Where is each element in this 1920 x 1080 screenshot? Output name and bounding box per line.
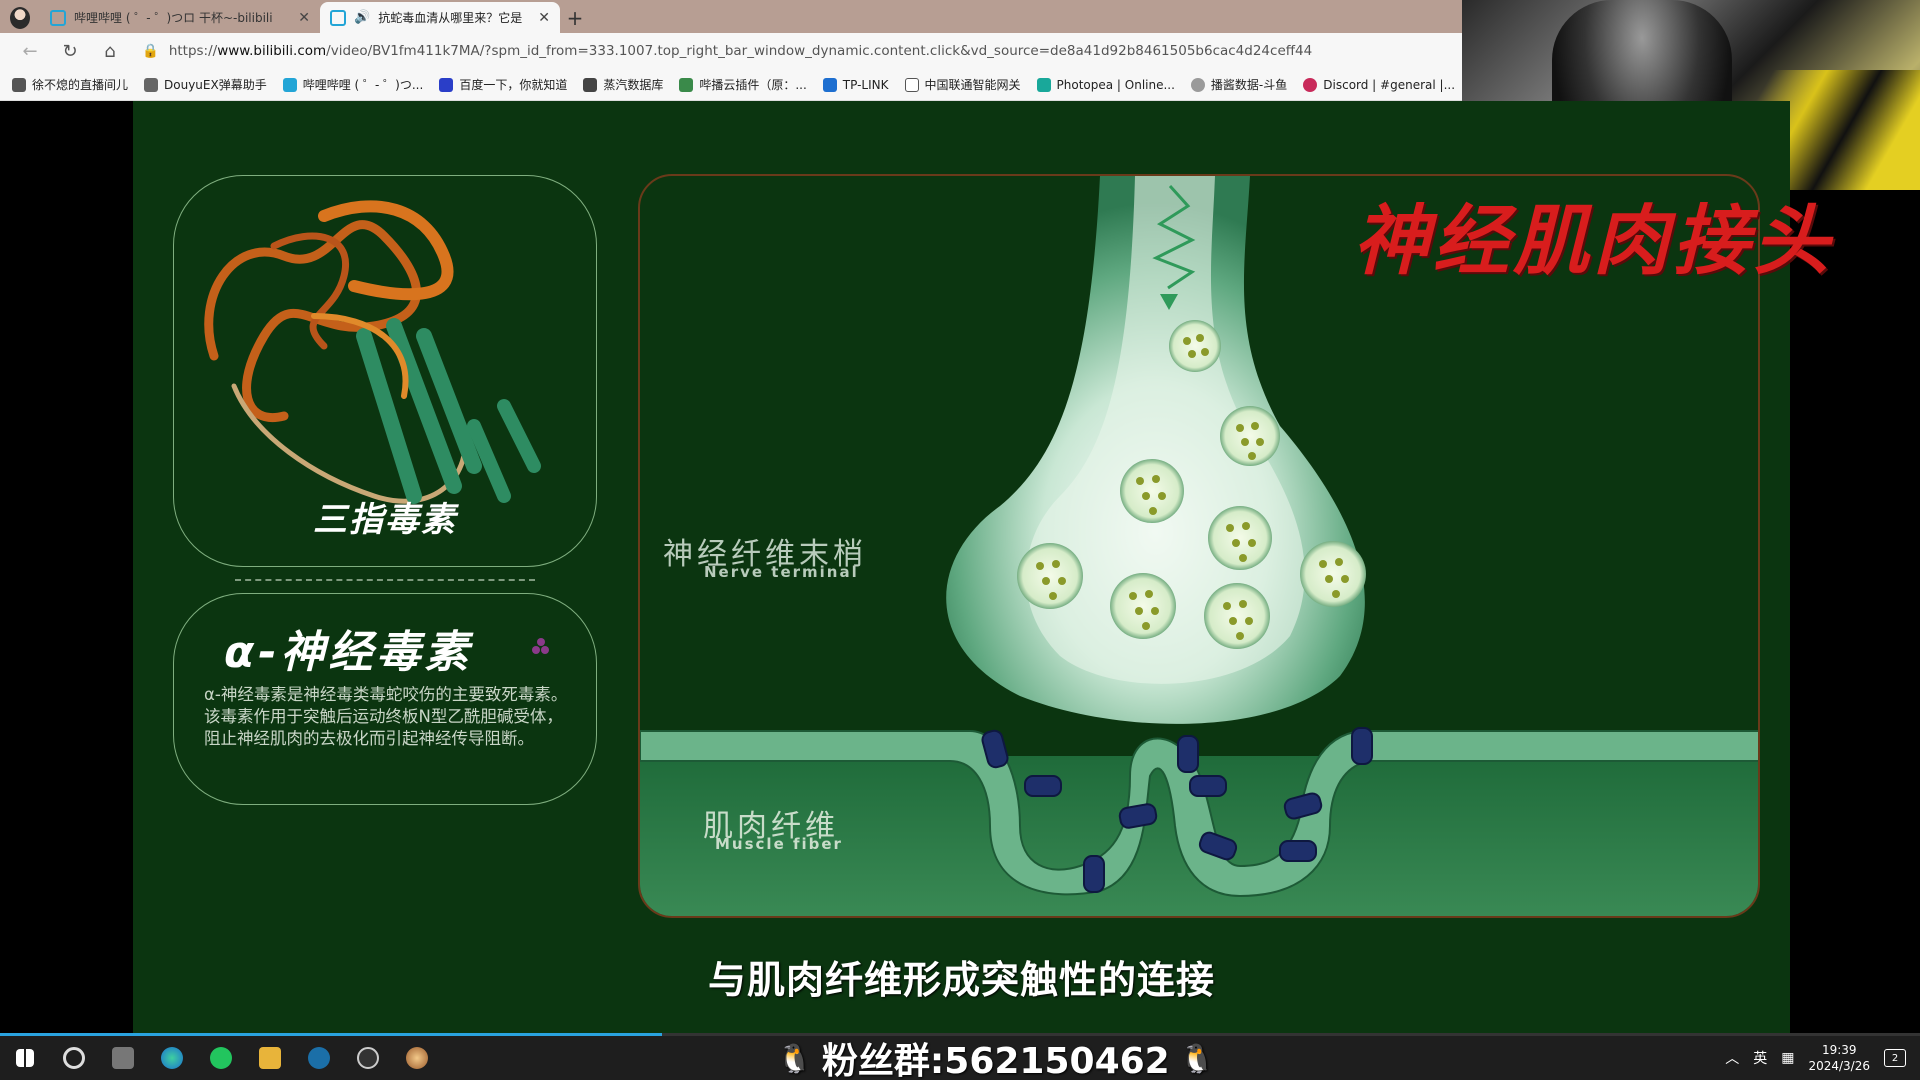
- address-bar: ← ↻ ⌂ 🔒 https://www.bilibili.com/video/B…: [0, 33, 1462, 69]
- protein-caption: 三指毒素: [313, 500, 457, 540]
- gear-icon: [62, 1047, 85, 1069]
- bookmark-item[interactable]: 播酱数据-斗鱼: [1190, 76, 1287, 93]
- bookmark-item[interactable]: 中国联通智能网关: [904, 76, 1021, 93]
- letterbox-left: [0, 101, 133, 1035]
- bookmark-item[interactable]: TP-LINK: [822, 77, 889, 92]
- clock-time: 19:39: [1821, 1043, 1857, 1057]
- info-title: α-神经毒素: [224, 627, 473, 678]
- tab-title: 哔哩哔哩 ( ゜- ゜)つロ 干杯~-bilibili: [74, 11, 273, 25]
- muscle-fiber-label-en: Muscle fiber: [715, 835, 843, 853]
- protein-card: 三指毒素: [173, 175, 597, 567]
- clock[interactable]: 19:39 2024/3/26: [1808, 1042, 1870, 1074]
- bilibili-tv-icon: [282, 77, 297, 92]
- penguin-icon: 🐧: [777, 1041, 812, 1075]
- bookmark-item[interactable]: Photopea | Online...: [1036, 77, 1175, 92]
- bookmarks-bar: 徐不熄的直播间儿 DouyuEX弹幕助手 哔哩哔哩 ( ゜- ゜)つ... 百度…: [0, 69, 1462, 101]
- obs-icon: [356, 1047, 379, 1069]
- database-icon: [583, 77, 598, 92]
- tplink-icon: [822, 77, 837, 92]
- windows-icon: [15, 1049, 34, 1067]
- system-tray: ︿ 英 ▦ 19:39 2024/3/26 2: [1725, 1036, 1920, 1080]
- diagram-title: 神经肌肉接头: [1353, 196, 1833, 285]
- url-scheme: https://: [168, 43, 218, 59]
- douyu-icon: [1190, 77, 1205, 92]
- close-icon[interactable]: ✕: [538, 10, 550, 26]
- profile-avatar[interactable]: [0, 2, 40, 33]
- app-green-button[interactable]: [196, 1036, 245, 1080]
- molecule-icon: [532, 638, 549, 654]
- notification-button[interactable]: 2: [1884, 1049, 1906, 1067]
- bookmark-item[interactable]: 哔哩哔哩 ( ゜- ゜)つ...: [282, 76, 423, 93]
- screen: 哔哩哔哩 ( ゜- ゜)つロ 干杯~-bilibili ✕ 🔊 抗蛇毒血清从哪里…: [0, 0, 1920, 1080]
- calculator-button[interactable]: [98, 1036, 147, 1080]
- photopea-icon: [1036, 77, 1051, 92]
- clock-date: 2024/3/26: [1808, 1059, 1870, 1073]
- settings-button[interactable]: [49, 1036, 98, 1080]
- bookmark-item[interactable]: 哔播云插件（原：...: [679, 76, 807, 93]
- fan-group-overlay: 🐧 粉丝群:562150462 🐧: [777, 1036, 1215, 1080]
- edge-icon: [160, 1047, 183, 1069]
- tab-bar: 哔哩哔哩 ( ゜- ゜)つロ 干杯~-bilibili ✕ 🔊 抗蛇毒血清从哪里…: [0, 0, 1462, 33]
- tab-title: 抗蛇毒血清从哪里来？它是: [378, 11, 523, 25]
- home-button[interactable]: ⌂: [92, 36, 128, 66]
- info-body: α-神经毒素是神经毒类毒蛇咬伤的主要致死毒素。该毒素作用于突触后运动终板N型乙酰…: [204, 685, 568, 748]
- app-avatar-icon: [405, 1047, 428, 1069]
- url-host: www.bilibili.com: [217, 43, 327, 59]
- lock-icon[interactable]: 🔒: [142, 43, 159, 59]
- page-icon: [904, 77, 919, 92]
- divider: [235, 579, 535, 581]
- edge-button[interactable]: [147, 1036, 196, 1080]
- start-button[interactable]: [0, 1036, 49, 1080]
- plugin-icon: [679, 77, 694, 92]
- bilibili-tv-icon: [330, 9, 346, 26]
- steam-icon: [307, 1047, 330, 1069]
- bookmark-icon: [144, 77, 159, 92]
- keyboard-icon[interactable]: ▦: [1781, 1050, 1794, 1066]
- bookmark-item[interactable]: DouyuEX弹幕助手: [144, 76, 267, 93]
- fan-group-text: 粉丝群:562150462: [821, 1041, 1170, 1080]
- discord-icon: [1303, 77, 1318, 92]
- penguin-icon: 🐧: [1179, 1041, 1215, 1075]
- bookmark-icon: [12, 77, 26, 92]
- app-avatar-button[interactable]: [392, 1036, 441, 1080]
- avatar-icon: [10, 6, 30, 29]
- bookmark-item[interactable]: Discord | #general |...: [1303, 77, 1455, 92]
- video-player[interactable]: 三指毒素 α-神经毒素 α-神经毒素是神经毒类毒蛇咬伤的主要致死毒素。该毒素作用…: [133, 101, 1829, 1035]
- calculator-icon: [111, 1047, 134, 1069]
- video-subtitle: 与肌肉纤维形成突触性的连接: [707, 958, 1215, 1002]
- bookmark-item[interactable]: 蒸汽数据库: [583, 76, 663, 93]
- tab-bilibili-home[interactable]: 哔哩哔哩 ( ゜- ゜)つロ 干杯~-bilibili ✕: [40, 2, 320, 33]
- info-card: α-神经毒素 α-神经毒素是神经毒类毒蛇咬伤的主要致死毒素。该毒素作用于突触后运…: [173, 593, 597, 805]
- reload-button[interactable]: ↻: [52, 36, 88, 66]
- obs-button[interactable]: [343, 1036, 392, 1080]
- bookmark-item[interactable]: 徐不熄的直播间儿: [12, 76, 128, 93]
- new-tab-button[interactable]: +: [560, 2, 590, 33]
- ime-indicator[interactable]: 英: [1753, 1048, 1767, 1068]
- xbox-icon: [209, 1047, 232, 1069]
- nerve-terminal-label-en: Nerve terminal: [704, 563, 859, 581]
- letterbox-right: [1790, 190, 1920, 1035]
- chevron-up-icon[interactable]: ︿: [1725, 1048, 1739, 1068]
- file-explorer-button[interactable]: [245, 1036, 294, 1080]
- steam-button[interactable]: [294, 1036, 343, 1080]
- back-button[interactable]: ←: [12, 36, 48, 66]
- close-icon[interactable]: ✕: [298, 10, 310, 26]
- folder-icon: [258, 1047, 281, 1069]
- speaker-icon[interactable]: 🔊: [354, 10, 370, 25]
- url-path: /video/BV1fm411k7MA/?spm_id_from=333.100…: [326, 43, 1313, 59]
- notification-count: 2: [1891, 1052, 1899, 1064]
- bilibili-tv-icon: [50, 9, 66, 26]
- baidu-icon: [439, 77, 454, 92]
- bookmark-item[interactable]: 百度一下，你就知道: [439, 76, 567, 93]
- url-field[interactable]: 🔒 https://www.bilibili.com/video/BV1fm41…: [132, 36, 1462, 66]
- tab-current-video[interactable]: 🔊 抗蛇毒血清从哪里来？它是 ✕: [320, 2, 560, 33]
